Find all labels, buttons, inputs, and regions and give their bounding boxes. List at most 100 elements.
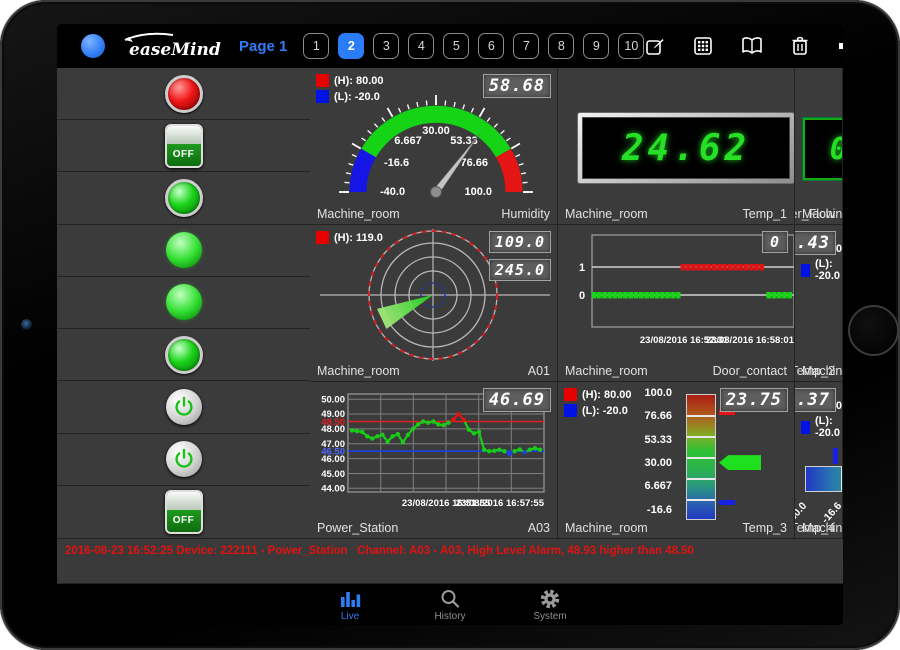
rocker-switch-1[interactable]: OFF	[57, 120, 310, 172]
low-limit-swatch	[801, 421, 810, 434]
location-label: Machine_room	[565, 364, 648, 378]
page-label: Page 1	[239, 38, 287, 55]
page-button-5[interactable]: 5	[443, 33, 469, 59]
location-label: Machine_room	[317, 364, 400, 378]
widget-temp3-vbar: (H): 80.00 (L): -20.0 23.75 100.076.66 5…	[558, 382, 795, 539]
ipad-device: easeMind Page 1 1 2 3 4 5 6 7 8 9 10	[0, 0, 900, 650]
rocker-switch-2[interactable]: OFF	[57, 486, 310, 538]
svg-text:0: 0	[579, 290, 585, 302]
svg-text:76.66: 76.66	[460, 157, 488, 169]
channel-label: Water_Flow	[795, 207, 835, 221]
temp4-value-display: 23.37	[795, 388, 836, 412]
page-button-6[interactable]: 6	[478, 33, 504, 59]
gradient-bar-vertical	[686, 394, 716, 520]
svg-text:45.00: 45.00	[321, 469, 345, 480]
alarm-message: 2016-08-23 16:52:25 Device: 222111 - Pow…	[65, 545, 694, 557]
svg-text:23/08/2016 16:58:01: 23/08/2016 16:58:01	[706, 335, 795, 346]
system-gear-icon	[538, 588, 562, 610]
menu-ball-button[interactable]	[81, 34, 105, 58]
widget-a01-radar: (H): 119.0 109.0 245.0	[310, 225, 558, 382]
value-pointer	[719, 455, 761, 470]
low-limit-tick	[833, 448, 838, 464]
page-button-3[interactable]: 3	[373, 33, 399, 59]
svg-text:100.0: 100.0	[464, 186, 492, 198]
live-bars-icon	[338, 588, 362, 610]
location-label: Machine_room	[565, 521, 648, 535]
channel-label: Temp_4	[795, 521, 835, 535]
location-label: Machine_room	[565, 207, 648, 221]
low-limit-label: (L): -20.0	[815, 258, 843, 282]
power-icon	[173, 396, 195, 418]
location-label: Machine_room	[317, 207, 400, 221]
humidity-value-display: 58.68	[483, 74, 551, 98]
edit-icon[interactable]	[644, 35, 666, 57]
power-button-2[interactable]	[57, 434, 310, 486]
page-button-1[interactable]: 1	[303, 33, 329, 59]
svg-text:50.00: 50.00	[321, 395, 345, 406]
pilot-light-green-2	[57, 329, 310, 381]
bottom-tab-bar: Live History System	[57, 584, 843, 625]
page-button-9[interactable]: 9	[583, 33, 609, 59]
easemind-logo: easeMind	[119, 31, 223, 61]
widget-doorcontact-chart: 0 1 0 23/08/2016 16:52:31 23/08/2016 16:…	[558, 225, 795, 382]
widget-temp2-gauge: (H): 80.00 (L): -20.0 23.43 -40.0 -16.6 …	[795, 225, 843, 382]
book-icon[interactable]	[740, 35, 764, 57]
front-camera	[21, 319, 32, 330]
page-button-8[interactable]: 8	[548, 33, 574, 59]
high-limit-label: (H): 80.00	[582, 389, 632, 401]
channel-label: A01	[528, 364, 550, 378]
power-button-1[interactable]	[57, 381, 310, 433]
page-button-4[interactable]: 4	[408, 33, 434, 59]
led-green-1	[57, 225, 310, 277]
low-limit-swatch	[801, 264, 810, 277]
temp3-value-display: 23.75	[720, 388, 788, 412]
widget-temp4-hbar: (H): 80.00 (L): -20.0 23.37 -40.0 -16.6	[795, 382, 843, 539]
channel-label: Temp_3	[743, 521, 787, 535]
alarm-bar: 2016-08-23 16:52:25 Device: 222111 - Pow…	[57, 539, 843, 584]
svg-text:1: 1	[579, 262, 585, 274]
low-limit-label: (L): -20.0	[582, 405, 628, 417]
led-green-2	[57, 277, 310, 329]
binary-step-chart: 1 0 23/08/2016 16:52:31 23/08/2016 16:58…	[562, 229, 795, 361]
high-limit-swatch	[564, 388, 577, 401]
tab-live[interactable]: Live	[328, 588, 372, 622]
temp1-value-display: 24.62	[622, 128, 750, 169]
pilot-light-green-1	[57, 172, 310, 224]
widget-temp1-lcd: 24.62 Machine_room Temp_1	[558, 68, 795, 225]
svg-text:6.667: 6.667	[394, 135, 422, 147]
counter-panel: 00000104	[803, 118, 843, 180]
widget-a03-linechart: 46.69 50.00	[310, 382, 558, 539]
mute-speaker-icon[interactable]	[836, 35, 843, 57]
tab-history[interactable]: History	[428, 588, 472, 622]
tab-system[interactable]: System	[528, 588, 572, 622]
top-toolbar: easeMind Page 1 1 2 3 4 5 6 7 8 9 10	[57, 24, 843, 68]
gradient-bar-horizontal	[805, 466, 843, 492]
history-search-icon	[438, 588, 462, 610]
svg-text:23/08/2016 16:57:55: 23/08/2016 16:57:55	[456, 498, 545, 509]
a03-value-display: 46.69	[483, 388, 551, 412]
channel-label: Humidity	[501, 207, 550, 221]
page-button-10[interactable]: 10	[618, 33, 644, 59]
widget-waterflow-counter: 00000104 Machine_room Water_Flow	[795, 68, 843, 225]
grid-keypad-icon[interactable]	[692, 35, 714, 57]
page-button-2[interactable]: 2	[338, 33, 364, 59]
svg-text:30.00: 30.00	[422, 125, 450, 137]
page-button-7[interactable]: 7	[513, 33, 539, 59]
svg-text:-16.6: -16.6	[384, 157, 409, 169]
trash-icon[interactable]	[790, 35, 810, 57]
low-limit-swatch	[564, 404, 577, 417]
location-label: Power_Station	[317, 521, 398, 535]
dashboard-grid: (H): 80.00 (L): -20.0 58.68 -40.0 -16.6 …	[57, 68, 843, 539]
tab-label: Live	[341, 611, 359, 622]
low-limit-swatch	[316, 90, 329, 103]
high-limit-swatch	[316, 74, 329, 87]
page-selector: 1 2 3 4 5 6 7 8 9 10	[303, 33, 644, 59]
power-icon	[173, 448, 195, 470]
high-limit-swatch	[316, 231, 329, 244]
svg-text:-40.0: -40.0	[380, 186, 405, 198]
app-screen: easeMind Page 1 1 2 3 4 5 6 7 8 9 10	[57, 24, 843, 625]
home-button[interactable]	[848, 305, 899, 356]
logo-text: easeMind	[129, 40, 221, 60]
pilot-light-red	[57, 68, 310, 120]
channel-label: A03	[528, 521, 550, 535]
